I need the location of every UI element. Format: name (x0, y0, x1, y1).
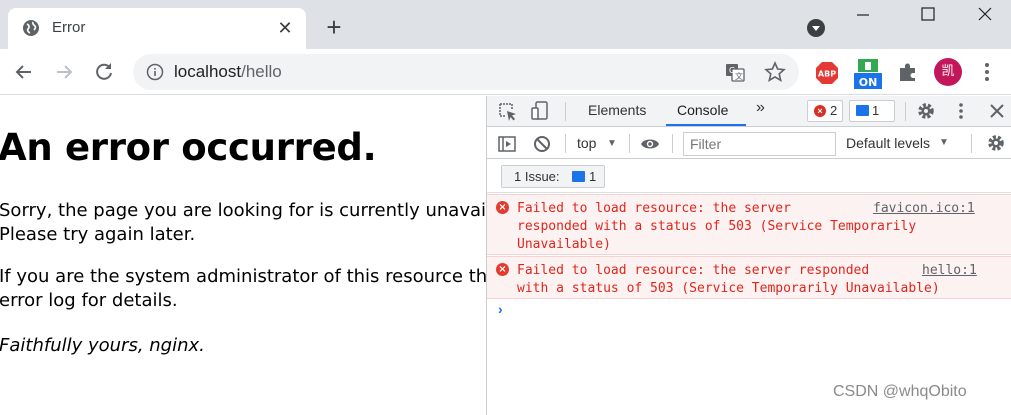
tab-elements[interactable]: Elements (588, 102, 646, 118)
levels-caret-icon[interactable]: ▼ (939, 137, 949, 148)
error-source-link[interactable]: favicon.ico:1 (873, 200, 975, 218)
devtools-panel: Elements Console » × 2 1 top ▼ Filter De… (486, 96, 1011, 415)
reload-icon[interactable] (91, 59, 117, 85)
devtools-close-icon[interactable] (987, 101, 1007, 121)
message-count-badge[interactable]: 1 (849, 100, 895, 122)
profile-avatar[interactable]: 凯 (934, 58, 962, 86)
separator (905, 102, 906, 121)
extensions-puzzle-icon[interactable] (897, 61, 919, 83)
tab-close-icon[interactable]: ✕ (274, 17, 296, 39)
admin-paragraph: If you are the system administrator of t… (0, 265, 486, 313)
separator (971, 134, 972, 153)
console-prompt-icon[interactable]: › (498, 301, 503, 317)
device-toolbar-icon[interactable] (530, 101, 550, 121)
globe-icon (23, 20, 39, 36)
more-tabs-icon[interactable]: » (756, 99, 765, 117)
bookmark-star-icon[interactable] (764, 61, 786, 83)
error-count: 2 (830, 103, 838, 118)
translate-icon[interactable]: G 文 (725, 62, 745, 82)
separator (629, 134, 630, 153)
clear-console-icon[interactable] (532, 134, 552, 154)
signature-paragraph: Faithfully yours, nginx. (0, 335, 205, 356)
tab-console[interactable]: Console (677, 102, 728, 118)
sidebar-toggle-icon[interactable] (497, 134, 517, 154)
issues-button[interactable]: 1 Issue: 1 (501, 165, 605, 188)
devtools-tabbar: Elements Console » × 2 1 (487, 96, 1011, 127)
issues-label: 1 Issue: (514, 169, 560, 184)
issues-bar: 1 Issue: 1 (487, 160, 1011, 193)
url-host: localhost (174, 62, 242, 81)
tab-title: Error (52, 19, 86, 36)
console-settings-icon[interactable] (986, 133, 1006, 153)
error-heading: An error occurred. (0, 126, 377, 169)
error-message: Failed to load resource: the server resp… (517, 201, 917, 252)
url-text: localhost/hello (174, 62, 282, 82)
browser-tab[interactable]: Error ✕ (8, 8, 306, 49)
active-tab-indicator (666, 124, 746, 126)
error-icon: × (496, 201, 509, 214)
error-message: Failed to load resource: the server resp… (517, 263, 940, 296)
window-close-icon[interactable] (970, 4, 1000, 26)
inspect-element-icon[interactable] (498, 102, 518, 122)
console-error-row[interactable]: × Failed to load resource: the server re… (487, 194, 1011, 255)
forward-arrow-icon[interactable] (51, 59, 77, 85)
error-circle-icon: × (814, 105, 826, 117)
on-extension-icon[interactable]: ON (854, 59, 882, 89)
maximize-icon[interactable] (913, 4, 943, 26)
separator (672, 134, 673, 153)
issue-message-icon (572, 171, 585, 182)
settings-gear-icon[interactable] (916, 101, 936, 121)
sorry-line-1: Sorry, the page you are looking for is c… (0, 200, 486, 221)
message-icon (856, 105, 869, 116)
sorry-paragraph: Sorry, the page you are looking for is c… (0, 199, 486, 247)
sorry-line-2: Please try again later. (0, 224, 196, 245)
new-tab-button[interactable]: + (320, 14, 348, 42)
error-source-link[interactable]: hello:1 (922, 262, 977, 280)
context-caret-icon[interactable]: ▼ (607, 138, 617, 149)
error-icon: × (496, 263, 509, 276)
console-filter-input[interactable]: Filter (683, 132, 836, 156)
message-count: 1 (872, 103, 880, 118)
site-info-icon[interactable] (146, 63, 164, 81)
tab-search-icon[interactable] (806, 18, 826, 38)
issues-count: 1 (589, 169, 597, 184)
separator (565, 134, 566, 153)
error-count-badge[interactable]: × 2 (807, 100, 843, 122)
minimize-icon[interactable] (848, 4, 878, 26)
chrome-menu-icon[interactable] (978, 61, 996, 83)
abp-icon[interactable]: ABP (815, 61, 839, 85)
page-viewport: An error occurred. Sorry, the page you a… (0, 96, 486, 415)
back-arrow-icon[interactable] (11, 59, 37, 85)
svg-text:ABP: ABP (818, 70, 836, 79)
address-bar[interactable]: localhost/hello G 文 (133, 54, 799, 90)
live-expression-eye-icon[interactable] (640, 134, 660, 154)
console-filter-bar: top ▼ Filter Default levels ▼ (487, 128, 1011, 159)
log-levels-select[interactable]: Default levels (846, 135, 930, 151)
svg-text:ON: ON (859, 76, 878, 89)
watermark: CSDN @whqObito (833, 383, 967, 400)
admin-line-2: error log for details. (0, 290, 178, 311)
context-select[interactable]: top (577, 135, 596, 151)
console-error-row[interactable]: × Failed to load resource: the server re… (487, 256, 1011, 299)
separator (565, 102, 566, 121)
tab-strip: Error ✕ + (0, 0, 1011, 49)
admin-line-1: If you are the system administrator of t… (0, 266, 486, 287)
svg-text:文: 文 (735, 71, 743, 81)
url-path: /hello (241, 62, 282, 81)
devtools-menu-icon[interactable] (951, 101, 971, 121)
